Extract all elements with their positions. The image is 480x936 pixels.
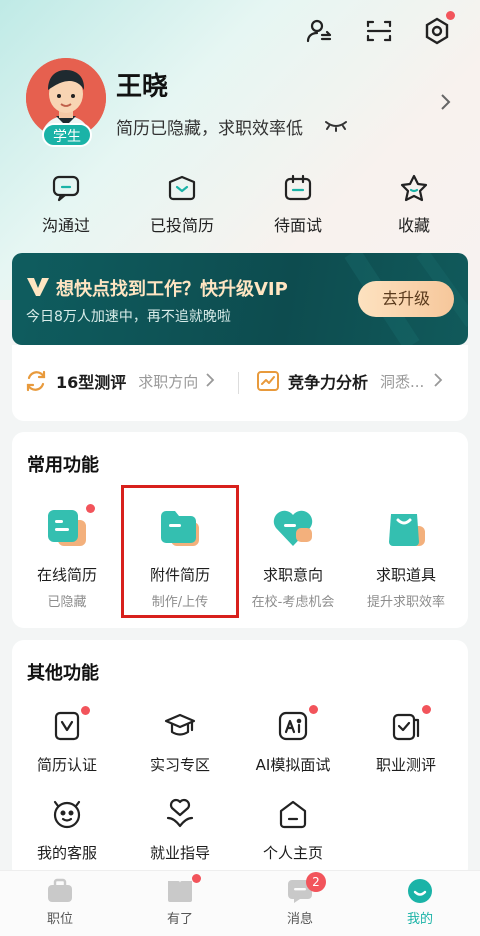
- feature-job-intention[interactable]: 求职意向 在校-考虑机会: [238, 506, 348, 610]
- other-personal-homepage[interactable]: 个人主页: [238, 798, 348, 863]
- vip-subtitle: 今日8万人加速中，再不追就晚啦: [26, 309, 231, 325]
- feature-label: 求职意向: [262, 566, 323, 584]
- sent-resume-icon: [167, 174, 197, 202]
- feature-sub: 已隐藏: [47, 595, 87, 610]
- settings-notification-dot: [446, 11, 455, 20]
- other-employment-guidance[interactable]: 就业指导: [125, 798, 235, 863]
- nav-label: 职位: [46, 912, 73, 927]
- clipboard-check-icon: [390, 705, 431, 742]
- feature-sub: 提升求职效率: [366, 595, 445, 610]
- other-internship-zone[interactable]: 实习专区: [125, 710, 235, 775]
- student-badge: 学生: [42, 123, 92, 147]
- assessment-title: 竞争力分析: [288, 373, 369, 392]
- trend-chart-icon: [256, 369, 280, 393]
- section-title: 常用功能: [27, 455, 99, 476]
- stat-pending-interview[interactable]: 待面试: [248, 174, 348, 236]
- upgrade-button[interactable]: 去升级: [358, 281, 454, 317]
- hidden-eye-icon[interactable]: [324, 118, 348, 137]
- other-label: 就业指导: [149, 844, 210, 862]
- robot-face-icon: [51, 798, 83, 830]
- vip-title: 想快点找到工作？快升级VIP: [56, 279, 288, 300]
- other-label: 简历认证: [36, 756, 97, 774]
- stat-label: 待面试: [273, 216, 322, 235]
- other-ai-mock-interview[interactable]: AI模拟面试: [238, 705, 348, 775]
- other-label: AI模拟面试: [255, 756, 331, 774]
- stat-favorites[interactable]: 收藏: [364, 174, 464, 236]
- stat-sent-resume[interactable]: 已投简历: [132, 174, 232, 236]
- chat-icon: [51, 174, 81, 202]
- profile-chevron-right-icon[interactable]: [440, 93, 452, 115]
- book-icon: [166, 874, 201, 904]
- refresh-icon: [24, 369, 48, 393]
- message-count-badge: 2: [306, 872, 326, 892]
- online-resume-icon: [44, 504, 95, 550]
- chevron-right-icon: [434, 372, 443, 391]
- assessment-competitiveness[interactable]: 竞争力分析 洞悉...: [256, 369, 443, 393]
- stat-chatted[interactable]: 沟通过: [16, 174, 116, 236]
- resume-status-text[interactable]: 简历已隐藏，求职效率低: [116, 114, 303, 139]
- assessment-divider: [238, 372, 239, 394]
- nav-mine[interactable]: 我的: [360, 878, 480, 927]
- vip-logo-icon: [26, 276, 50, 302]
- contacts-swap-icon[interactable]: [302, 14, 336, 48]
- other-label: 实习专区: [149, 756, 210, 774]
- stat-label: 已投简历: [149, 216, 214, 235]
- graduation-cap-icon: [164, 710, 196, 742]
- nav-jobs[interactable]: 职位: [0, 878, 120, 927]
- nav-label: 我的: [406, 912, 433, 927]
- ai-icon: [277, 705, 318, 742]
- nav-youle[interactable]: 有了: [120, 874, 240, 927]
- heart-icon: [270, 506, 316, 550]
- heart-hands-icon: [164, 798, 196, 830]
- home-icon: [277, 798, 309, 830]
- nav-messages[interactable]: 2 消息: [240, 872, 360, 927]
- other-my-customer-service[interactable]: 我的客服: [12, 798, 122, 863]
- message-icon: 2: [286, 872, 326, 904]
- nav-label: 消息: [286, 912, 313, 927]
- feature-job-tools[interactable]: 求职道具 提升求职效率: [351, 506, 461, 610]
- chevron-right-icon: [206, 372, 215, 391]
- highlight-box: [121, 485, 239, 618]
- other-career-assessment[interactable]: 职业测评: [351, 705, 461, 775]
- smile-circle-icon: [406, 878, 434, 904]
- assessment-subtitle: 求职方向: [138, 372, 199, 391]
- assessment-title: 16型测评: [56, 373, 127, 392]
- briefcase-icon: [46, 878, 74, 904]
- assessment-subtitle: 洞悉...: [380, 372, 425, 391]
- assessment-16-type[interactable]: 16型测评 求职方向: [24, 369, 215, 393]
- other-resume-certification[interactable]: 简历认证: [12, 706, 122, 775]
- feature-sub: 在校-考虑机会: [251, 595, 335, 610]
- other-label: 职业测评: [375, 756, 436, 774]
- feature-label: 求职道具: [375, 566, 436, 584]
- stat-label: 收藏: [397, 216, 430, 235]
- user-name[interactable]: 王晓: [116, 66, 168, 103]
- other-label: 我的客服: [36, 844, 97, 862]
- stat-label: 沟通过: [41, 216, 90, 235]
- feature-online-resume[interactable]: 在线简历 已隐藏: [12, 504, 122, 610]
- shopping-bag-icon: [383, 506, 429, 550]
- certificate-icon: [51, 706, 90, 742]
- section-title: 其他功能: [27, 663, 99, 684]
- feature-label: 在线简历: [36, 566, 97, 584]
- nav-label: 有了: [166, 912, 193, 927]
- scan-icon[interactable]: [362, 14, 396, 48]
- star-icon: [399, 174, 429, 202]
- calendar-icon: [283, 174, 313, 202]
- other-label: 个人主页: [262, 844, 323, 862]
